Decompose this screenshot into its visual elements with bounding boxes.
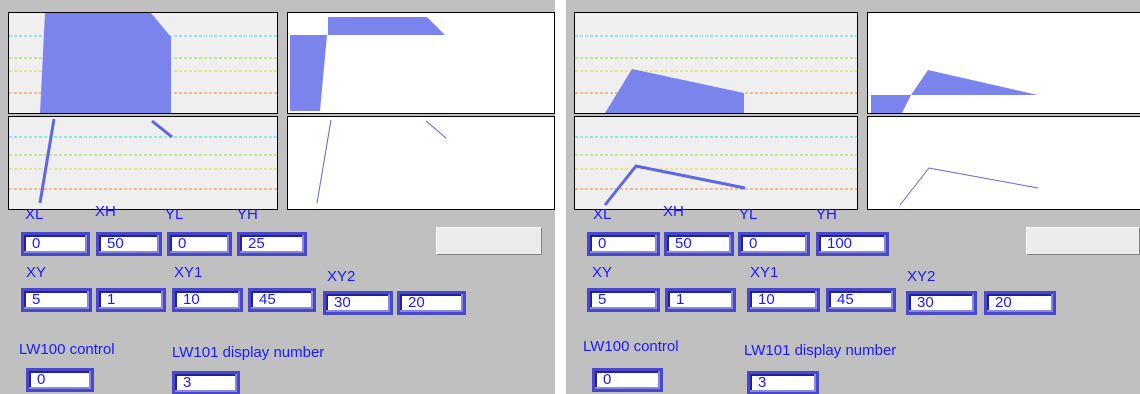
label-xy: XY bbox=[26, 264, 47, 281]
yh-input[interactable]: 25 bbox=[237, 232, 307, 256]
area-fill-left bbox=[871, 95, 911, 113]
area-chart-svg bbox=[290, 17, 445, 111]
area-chart-svg bbox=[575, 35, 857, 113]
line-chart-svg bbox=[316, 119, 447, 204]
area-chart-svg bbox=[871, 70, 1038, 113]
area-chart-filled bbox=[574, 12, 858, 114]
xy1-x-input[interactable]: 10 bbox=[747, 288, 820, 312]
xy-y-input[interactable]: 1 bbox=[96, 288, 166, 312]
line-chart-svg bbox=[575, 136, 857, 206]
series-line bbox=[899, 167, 1039, 206]
line-chart-thick bbox=[8, 116, 278, 210]
label-yh: YH bbox=[816, 206, 837, 223]
xy1-y-input[interactable]: 45 bbox=[826, 288, 896, 312]
area-fill bbox=[605, 69, 744, 113]
xy-y-input[interactable]: 1 bbox=[665, 288, 736, 312]
label-xy1: XY1 bbox=[174, 264, 203, 281]
yl-input[interactable]: 0 bbox=[738, 232, 810, 256]
label-xl: XL bbox=[25, 206, 44, 223]
series-line-segment bbox=[425, 120, 447, 139]
area-chart-svg bbox=[9, 13, 277, 113]
label-yl: YL bbox=[165, 206, 184, 223]
xh-input[interactable]: 50 bbox=[96, 232, 162, 256]
area-fill-left bbox=[290, 35, 327, 111]
xl-input[interactable]: 0 bbox=[21, 232, 90, 256]
xy1-x-input[interactable]: 10 bbox=[172, 288, 243, 312]
label-xh: XH bbox=[663, 203, 684, 220]
xy2-y-input[interactable]: 20 bbox=[397, 291, 466, 315]
xy2-x-input[interactable]: 30 bbox=[906, 291, 977, 315]
area-chart-crossing bbox=[287, 12, 555, 114]
label-lw100: LW100 control bbox=[19, 341, 115, 358]
xy-x-input[interactable]: 5 bbox=[21, 288, 92, 312]
line-chart-svg bbox=[899, 167, 1039, 206]
xy2-y-input[interactable]: 20 bbox=[984, 291, 1056, 315]
xh-input[interactable]: 50 bbox=[664, 232, 734, 256]
series-line-segment bbox=[151, 119, 173, 139]
xy-x-input[interactable]: 5 bbox=[587, 288, 660, 312]
blank-button[interactable] bbox=[1026, 227, 1140, 255]
lw100-input[interactable]: 0 bbox=[592, 368, 663, 392]
xl-input[interactable]: 0 bbox=[587, 232, 660, 256]
label-yl: YL bbox=[739, 206, 758, 223]
series-line-segment bbox=[316, 119, 332, 204]
area-fill-right bbox=[911, 70, 1038, 95]
label-yh: YH bbox=[237, 206, 258, 223]
line-chart-svg bbox=[9, 118, 277, 204]
label-lw101: LW101 display number bbox=[744, 342, 897, 359]
series-line-segment bbox=[38, 118, 56, 204]
area-chart-filled bbox=[8, 12, 278, 114]
line-chart-thick bbox=[574, 116, 858, 210]
label-xy2: XY2 bbox=[327, 268, 356, 285]
label-xy: XY bbox=[592, 264, 613, 281]
hmi-panel-left: XL XH YL YH 0 50 0 25 XY XY1 XY2 5 1 10 … bbox=[0, 0, 555, 394]
lw101-display: 3 bbox=[172, 371, 240, 394]
hmi-panel-right: XL XH YL YH 0 50 0 100 XY XY1 XY2 5 1 10… bbox=[566, 0, 1140, 394]
label-lw101: LW101 display number bbox=[172, 344, 325, 361]
area-chart-crossing bbox=[867, 12, 1140, 114]
series-line bbox=[603, 164, 746, 206]
label-xy2: XY2 bbox=[907, 268, 936, 285]
xy1-y-input[interactable]: 45 bbox=[248, 288, 316, 312]
lw100-input[interactable]: 0 bbox=[26, 368, 94, 392]
area-fill-top bbox=[328, 17, 445, 35]
lw101-display: 3 bbox=[747, 371, 819, 394]
xy2-x-input[interactable]: 30 bbox=[323, 291, 393, 315]
yh-input[interactable]: 100 bbox=[816, 232, 889, 256]
label-xy1: XY1 bbox=[750, 264, 779, 281]
area-fill bbox=[40, 13, 171, 113]
blank-button[interactable] bbox=[436, 227, 542, 255]
line-chart-thin bbox=[287, 116, 555, 210]
label-lw100: LW100 control bbox=[583, 338, 679, 355]
line-chart-thin bbox=[867, 116, 1140, 210]
label-xh: XH bbox=[95, 203, 116, 220]
yl-input[interactable]: 0 bbox=[167, 232, 232, 256]
label-xl: XL bbox=[593, 206, 612, 223]
